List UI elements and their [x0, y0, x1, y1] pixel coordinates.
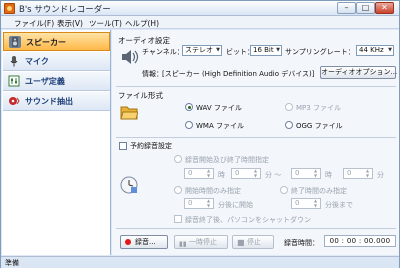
menu-help[interactable]: ヘルプ(H)	[125, 18, 159, 29]
sidebar-item-user-defined[interactable]: ユーザ定義	[3, 72, 110, 91]
info-label: 情報：	[142, 70, 163, 78]
app-icon[interactable]	[4, 3, 15, 14]
minimize-button[interactable]: –	[337, 2, 356, 14]
sidebar-item-speaker[interactable]: スピーカー	[3, 32, 110, 51]
stop-button[interactable]: ■ 停止	[232, 235, 274, 249]
ogg-radio[interactable]	[285, 121, 293, 129]
wma-radio[interactable]	[185, 121, 193, 129]
sampling-rate-label: サンプリングレート：	[285, 48, 355, 56]
pause-icon: ▮▮	[179, 240, 187, 248]
menu-view[interactable]: 表示(V)	[57, 18, 83, 29]
menu-file[interactable]: ファイル(F)	[14, 18, 54, 29]
start-only-label: 開始時間のみ指定	[185, 187, 241, 195]
scheduled-recording-checkbox[interactable]	[119, 142, 127, 150]
sidebar-item-label: ユーザ定義	[25, 77, 65, 86]
menu-bar: ファイル(F) 表示(V) ツール(T) ヘルプ(H)	[1, 16, 399, 29]
shutdown-checkbox[interactable]	[174, 215, 182, 223]
start-minute-spinner[interactable]: 0	[231, 168, 261, 179]
app-window: B's サウンドレコーダー – □ ✕ ファイル(F) 表示(V) ツール(T)…	[0, 0, 400, 268]
start-end-time-label: 録音開始及び終了時間指定	[185, 156, 269, 164]
status-bar: 準備	[1, 256, 399, 268]
maximize-button[interactable]: □	[356, 2, 375, 14]
sidebar-item-microphone[interactable]: マイク	[3, 52, 110, 71]
bit-select[interactable]: 16 Bit	[250, 45, 282, 56]
file-format-title: ファイル形式	[118, 91, 163, 100]
stop-icon: ■	[237, 238, 245, 247]
pause-label: 一時停止	[189, 238, 217, 246]
audio-settings-title: オーディオ設定	[118, 36, 170, 45]
folder-icon	[120, 104, 139, 122]
close-button[interactable]: ✕	[375, 2, 394, 14]
start-hour-spinner[interactable]: 0	[184, 168, 214, 179]
sampling-rate-select[interactable]: 44 KHz	[356, 45, 394, 56]
sidebar-item-label: サウンド抽出	[25, 97, 73, 106]
divider	[116, 228, 396, 229]
end-only-label: 終了時間のみ指定	[291, 187, 347, 195]
menu-tools[interactable]: ツール(T)	[89, 18, 122, 29]
audio-speaker-icon	[120, 48, 140, 68]
hour-unit-label: 時	[218, 171, 225, 179]
start-after-label: 分後に開始	[218, 201, 253, 209]
clock-icon	[120, 176, 138, 196]
record-button[interactable]: 録音...	[120, 235, 168, 249]
start-only-radio[interactable]	[174, 186, 182, 194]
pause-button[interactable]: ▮▮ 一時停止	[174, 235, 228, 249]
mp3-radio[interactable]	[285, 103, 293, 111]
record-label: 録音...	[135, 238, 156, 246]
minute-to-label: 分 ～	[265, 171, 282, 179]
end-after-label: 分後まで	[325, 201, 353, 209]
end-after-minute-spinner[interactable]: 0	[291, 198, 321, 209]
audio-options-button[interactable]: オーディオオプション...	[320, 66, 397, 79]
start-end-time-radio[interactable]	[174, 155, 182, 163]
recording-time-display: 00 : 00 : 00.000	[324, 235, 396, 247]
window-title: B's サウンドレコーダー	[19, 5, 111, 15]
microphone-icon	[8, 55, 20, 67]
record-icon	[125, 239, 131, 245]
shutdown-label: 録音終了後、パソコンをシャットダウン	[185, 216, 311, 224]
start-after-minute-spinner[interactable]: 0	[184, 198, 214, 209]
mp3-label: MP3 ファイル	[296, 104, 341, 112]
hour-unit-label: 時	[325, 171, 332, 179]
minute-unit-label: 分	[377, 171, 384, 179]
user-settings-icon	[8, 75, 20, 87]
scheduled-recording-label: 予約録音設定	[130, 142, 172, 150]
ogg-label: OGG ファイル	[296, 122, 343, 130]
sound-extract-icon	[8, 95, 20, 107]
divider	[116, 137, 396, 138]
sidebar-item-sound-extract[interactable]: サウンド抽出	[3, 92, 110, 111]
channel-label: チャンネル：	[142, 48, 184, 56]
divider	[116, 86, 396, 87]
stop-label: 停止	[247, 238, 261, 246]
channel-select[interactable]: ステレオ	[182, 45, 222, 56]
wav-label: WAV ファイル	[196, 104, 242, 112]
end-minute-spinner[interactable]: 0	[343, 168, 373, 179]
recording-time-label: 録音時間：	[284, 239, 319, 247]
end-only-radio[interactable]	[280, 186, 288, 194]
sidebar-item-label: マイク	[25, 57, 49, 66]
wma-label: WMA ファイル	[196, 122, 244, 130]
speaker-icon	[9, 36, 21, 48]
device-info: [スピーカー (High Definition Audio デバイス)]	[162, 70, 315, 78]
status-text: 準備	[5, 259, 19, 267]
title-bar[interactable]: B's サウンドレコーダー – □ ✕	[1, 1, 399, 16]
main-panel: オーディオ設定 チャンネル： ステレオ ビット： 16 Bit サンプリングレー…	[112, 30, 399, 255]
end-hour-spinner[interactable]: 0	[291, 168, 321, 179]
sidebar-item-label: スピーカー	[26, 38, 66, 47]
wav-radio[interactable]	[185, 103, 193, 111]
sidebar: スピーカー マイク ユーザ定義 サウンド抽出	[2, 30, 111, 255]
